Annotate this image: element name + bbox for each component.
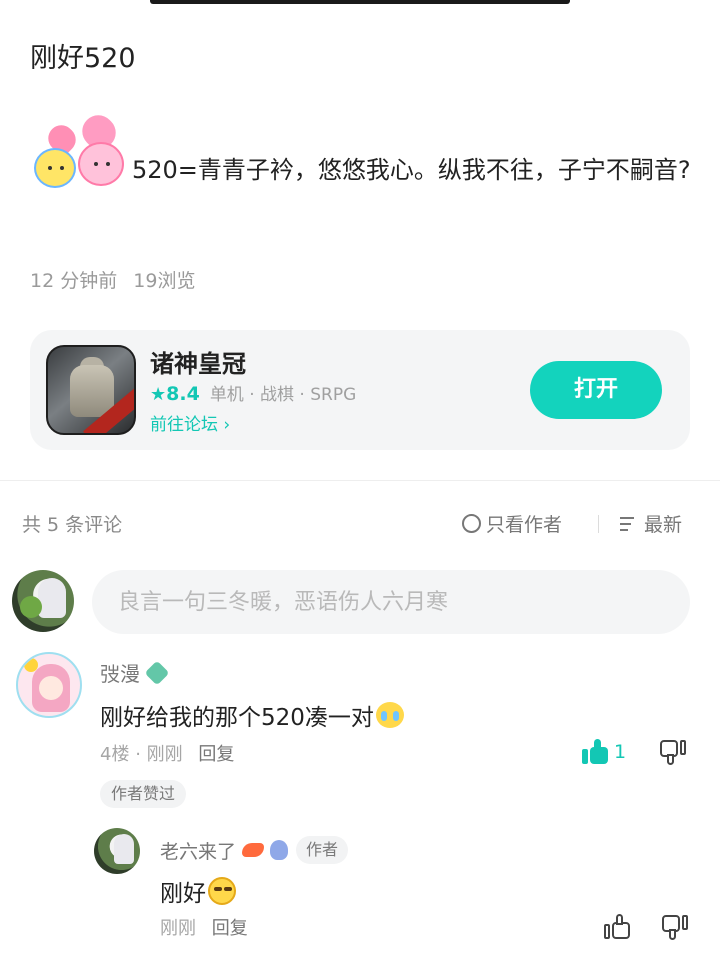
status-bar-notch	[150, 0, 570, 4]
my-avatar[interactable]	[12, 570, 74, 632]
forum-link-label: 前往论坛	[150, 415, 218, 435]
comment-text: 刚好给我的那个520凑一对	[100, 698, 404, 732]
only-author-toggle[interactable]: 只看作者	[462, 510, 562, 537]
bird-icon	[270, 840, 289, 860]
reply-button[interactable]: 回复	[198, 744, 234, 765]
comment-count: 共 5 条评论	[22, 514, 123, 536]
open-game-button[interactable]: 打开	[530, 361, 662, 419]
game-tags: 单机 · 战棋 · SRPG	[209, 385, 357, 405]
thumbs-down-icon	[658, 738, 686, 766]
star-icon: ★	[150, 384, 167, 405]
smile-face-icon	[208, 877, 236, 905]
game-rating: 8.4	[166, 383, 200, 405]
post-meta: 12 分钟前 19浏览	[30, 266, 205, 293]
commenter-name[interactable]: 弢漫	[100, 658, 170, 687]
author-liked-badge: 作者赞过	[100, 780, 187, 808]
chevron-right-icon: ›	[223, 415, 231, 435]
radio-circle-icon	[462, 514, 481, 533]
game-info: ★8.4 单机 · 战棋 · SRPG	[150, 380, 356, 405]
thumbs-up-icon	[604, 913, 632, 941]
commenter-avatar[interactable]	[16, 652, 82, 718]
like-count: 1	[614, 741, 627, 763]
crying-face-icon	[375, 702, 404, 728]
reply-meta: 刚刚 回复	[160, 914, 248, 940]
couple-sticker-icon	[30, 108, 130, 192]
game-name: 诸神皇冠	[150, 350, 246, 378]
comment-floor: 4楼	[100, 744, 130, 765]
reply-like-button[interactable]	[604, 913, 632, 945]
post-body: 520=青青子衿，悠悠我心。纵我不往，子宁不嗣音?	[30, 108, 695, 192]
reply-time: 刚刚	[160, 918, 196, 939]
sort-button[interactable]: 最新	[620, 510, 682, 537]
shrimp-icon	[242, 843, 265, 857]
comment-meta: 4楼 · 刚刚 回复	[100, 744, 235, 765]
reply-text: 刚好	[160, 874, 236, 908]
post-time: 12 分钟前	[30, 270, 118, 292]
reply-reply-button[interactable]: 回复	[212, 918, 248, 939]
comment-time: 刚刚	[146, 744, 183, 765]
sort-label: 最新	[644, 514, 683, 536]
only-author-label: 只看作者	[486, 514, 563, 536]
like-button[interactable]: 1	[582, 738, 626, 766]
sort-icon	[620, 515, 640, 533]
thumbs-down-icon	[660, 913, 688, 941]
game-icon[interactable]	[46, 345, 136, 435]
dislike-button[interactable]	[658, 738, 686, 770]
post-body-text: 520=青青子衿，悠悠我心。纵我不往，子宁不嗣音?	[132, 156, 691, 184]
post-views: 19浏览	[133, 270, 196, 292]
post-title: 刚好520	[30, 43, 136, 74]
forum-link[interactable]: 前往论坛 ›	[150, 410, 230, 435]
replier-avatar[interactable]	[94, 828, 140, 874]
game-card[interactable]: 诸神皇冠 ★8.4 单机 · 战棋 · SRPG 前往论坛 › 打开	[30, 330, 690, 450]
thumbs-up-icon	[582, 738, 610, 766]
section-divider	[0, 480, 720, 481]
replier-name[interactable]: 老六来了 作者	[160, 836, 349, 864]
header-separator	[598, 515, 599, 533]
level-badge-icon	[144, 660, 170, 685]
reply-dislike-button[interactable]	[660, 913, 688, 945]
comment-input[interactable]	[92, 570, 690, 634]
author-tag: 作者	[296, 836, 349, 864]
